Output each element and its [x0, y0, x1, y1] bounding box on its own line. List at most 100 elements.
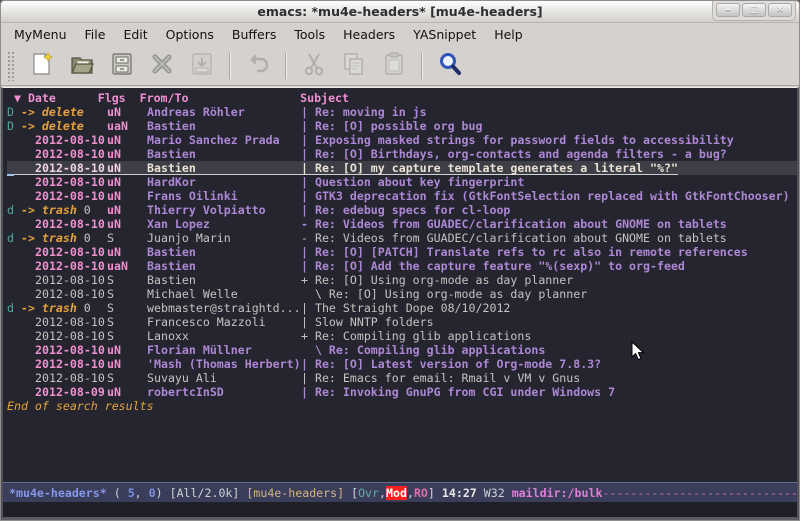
menubar: MyMenuFileEditOptionsBuffersToolsHeaders… — [1, 23, 799, 46]
message-row[interactable]: 2012-08-10uNXan Lopez- Re: Videos from G… — [7, 217, 797, 231]
cell-flags: S — [107, 315, 147, 329]
modeline-segment-maildir: maildir:/bulk — [512, 486, 603, 500]
message-row[interactable]: 2012-08-10SMichael Welle \ Re: [O] Using… — [7, 287, 797, 301]
close-button[interactable]: ✕ — [768, 3, 792, 17]
cell-date: 2012-08-10 — [7, 315, 107, 329]
cell-subject: | Re: Emacs for email: Rmail v VM v Gnus — [301, 371, 797, 385]
cell-date: D -> delete — [7, 105, 107, 119]
titlebar[interactable]: emacs: *mu4e-headers* [mu4e-headers] –□✕ — [1, 1, 799, 23]
modeline-segment-plain: ( — [107, 486, 128, 500]
cell-flags: uN — [107, 245, 147, 259]
menu-buffers[interactable]: Buffers — [223, 25, 285, 44]
cell-flags: uN — [107, 217, 147, 231]
message-row[interactable]: 2012-08-10uNBastien| Re: [O] Birthdays, … — [7, 147, 797, 161]
cell-date: 2012-08-10 — [7, 175, 107, 189]
menu-headers[interactable]: Headers — [334, 25, 404, 44]
cell-subject: | Re: moving in js — [301, 105, 797, 119]
cell-date: 2012-08-10 — [7, 329, 107, 343]
open-folder-button[interactable] — [67, 51, 97, 81]
cell-from: Bastien — [147, 259, 301, 273]
message-row[interactable]: D -> deleteuNAndreas Röhler| Re: moving … — [7, 105, 797, 119]
cell-flags: uN — [107, 105, 147, 119]
cell-flags: uaN — [107, 259, 147, 273]
cell-flags: uN — [107, 161, 147, 175]
cell-from: HardKor — [147, 175, 301, 189]
cell-flags: uN — [107, 147, 147, 161]
menu-edit[interactable]: Edit — [114, 25, 156, 44]
close-icon — [149, 51, 175, 81]
paste-button — [379, 51, 409, 81]
message-row[interactable]: 2012-08-10SLanoxx+ Re: Compiling glib ap… — [7, 329, 797, 343]
save-button[interactable] — [107, 51, 137, 81]
menu-file[interactable]: File — [76, 25, 115, 44]
emacs-window: emacs: *mu4e-headers* [mu4e-headers] –□✕… — [0, 0, 800, 521]
modeline-segment-plain: , — [379, 486, 386, 500]
message-row[interactable]: 2012-08-10uNHardKor| Question about key … — [7, 175, 797, 189]
cell-date: 2012-08-10 — [7, 133, 107, 147]
cell-flags: uN — [107, 385, 147, 399]
message-row[interactable]: D -> deleteuaNBastien| Re: [O] possible … — [7, 119, 797, 133]
maximize-button[interactable]: □ — [742, 3, 766, 17]
cell-from: 'Mash (Thomas Herbert) — [147, 357, 301, 371]
cell-date: 2012-08-10 — [7, 245, 107, 259]
modeline-segment-minor: [mu4e-headers] — [246, 486, 351, 500]
menu-options[interactable]: Options — [157, 25, 223, 44]
cell-from: Bastien — [147, 119, 301, 133]
cell-from: Thierry Volpiatto — [147, 203, 301, 217]
search-icon — [437, 51, 463, 81]
cell-subject: | Re: [O] Birthdays, org-contacts and ag… — [301, 147, 797, 161]
message-row[interactable]: 2012-08-10uNBastien| Re: [O] my capture … — [7, 161, 797, 175]
modeline-segment-num: 5 — [128, 486, 135, 500]
menu-mymenu[interactable]: MyMenu — [5, 25, 76, 44]
save-icon — [109, 51, 135, 81]
message-row[interactable]: 2012-08-10uN'Mash (Thomas Herbert)| Re: … — [7, 357, 797, 371]
toolbar-separator — [285, 53, 287, 79]
toolbar-drag-handle[interactable] — [7, 51, 16, 81]
cell-subject: | Re: [O] possible org bug — [301, 119, 797, 133]
message-row[interactable]: 2012-08-10uNBastien| Re: [O] [PATCH] Tra… — [7, 245, 797, 259]
modeline-segment-plain: ] — [428, 486, 442, 500]
message-row[interactable]: 2012-08-10uNFrans Oilinki| GTK3 deprecat… — [7, 189, 797, 203]
modeline-segment-plain: [All/2.0k] — [170, 486, 247, 500]
cut-icon — [301, 51, 327, 81]
message-row[interactable]: 2012-08-09uNrobertcInSD| Re: Invoking Gn… — [7, 385, 797, 399]
cell-flags: uN — [107, 357, 147, 371]
message-row[interactable]: 2012-08-10SBastien+ Re: [O] Using org-mo… — [7, 273, 797, 287]
minimize-button[interactable]: – — [716, 3, 740, 17]
cell-flags: S — [107, 301, 147, 315]
cell-subject: | GTK3 deprecation fix (GtkFontSelection… — [301, 189, 797, 203]
cell-from: webmaster@straightd... — [147, 301, 301, 315]
echo-area[interactable] — [3, 502, 797, 517]
message-row[interactable]: 2012-08-10uNMario Sanchez Prada| Exposin… — [7, 133, 797, 147]
message-row[interactable]: d -> trash 0Swebmaster@straightd...| The… — [7, 301, 797, 315]
cell-date: 2012-08-10 — [7, 259, 107, 273]
window-controls: –□✕ — [712, 1, 796, 21]
modeline-segment-buffer: *mu4e-headers* — [9, 486, 107, 500]
message-row[interactable]: 2012-08-10uNFlorian Müllner \ Re: Compil… — [7, 343, 797, 357]
cell-date: 2012-08-10 — [7, 343, 107, 357]
cell-from: Bastien — [147, 147, 301, 161]
message-row[interactable]: 2012-08-10SSuvayu Ali| Re: Emacs for ema… — [7, 371, 797, 385]
cell-flags: S — [107, 371, 147, 385]
message-row[interactable]: 2012-08-10SFrancesco Mazzoli| Slow NNTP … — [7, 315, 797, 329]
message-row[interactable]: 2012-08-10uaNBastien| Re: [O] Add the ca… — [7, 259, 797, 273]
cell-date: 2012-08-10 — [7, 357, 107, 371]
cell-flags: S — [107, 329, 147, 343]
undo-icon — [245, 51, 271, 81]
modeline: *mu4e-headers* ( 5, 0) [All/2.0k] [mu4e-… — [3, 482, 797, 502]
search-button[interactable] — [435, 51, 465, 81]
new-file-button[interactable] — [27, 51, 57, 81]
menu-tools[interactable]: Tools — [285, 25, 334, 44]
message-row[interactable]: d -> trash 0SJuanjo Marin- Re: Videos fr… — [7, 231, 797, 245]
cell-subject: | Re: [O] my capture template generates … — [301, 161, 797, 175]
cell-from: Bastien — [147, 161, 301, 175]
message-row[interactable]: d -> trash 0uNThierry Volpiatto| Re: ede… — [7, 203, 797, 217]
cell-from: Juanjo Marin — [147, 231, 301, 245]
menu-help[interactable]: Help — [485, 25, 532, 44]
modeline-segment-plain: [ — [351, 486, 358, 500]
close-buffer-button[interactable] — [147, 51, 177, 81]
cell-from: Lanoxx — [147, 329, 301, 343]
cell-from: Xan Lopez — [147, 217, 301, 231]
menu-yasnippet[interactable]: YASnippet — [404, 25, 485, 44]
headers-header-line[interactable]: ▼ Date Flgs From/To Subject — [7, 91, 797, 105]
